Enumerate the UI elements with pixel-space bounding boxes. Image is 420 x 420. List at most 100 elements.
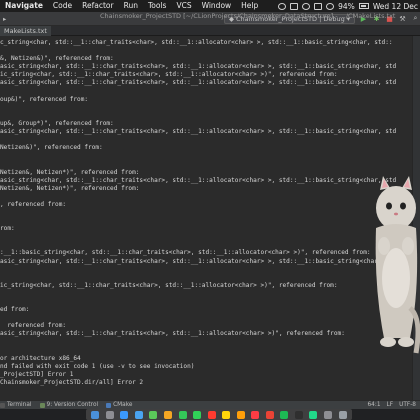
cmake-icon [106, 402, 112, 408]
terminal-icon[interactable] [294, 410, 303, 419]
tool-terminal-label: Terminal [7, 402, 32, 408]
menu-help[interactable]: Help [236, 0, 263, 12]
console-line: ed from: [0, 306, 30, 314]
console-line: asic_string<char, std::__1::char_traits<… [0, 176, 397, 184]
display-icon[interactable] [290, 2, 299, 10]
console-line: asic_string<char, std::__1::char_traits<… [0, 128, 397, 136]
tool-cmake[interactable]: CMake [106, 402, 132, 408]
trash-icon[interactable] [338, 410, 347, 419]
menu-navigate[interactable]: Navigate [0, 0, 48, 12]
safari-icon[interactable] [120, 410, 129, 419]
terminal-icon [0, 402, 5, 408]
search-icon[interactable]: ⌕ [411, 14, 420, 23]
console-line: rom: [0, 225, 15, 233]
cat-body [375, 176, 420, 354]
cat-mascot-illustration [375, 176, 420, 354]
build-console[interactable]: c_string<char, std::__1::char_traits<cha… [0, 36, 420, 400]
breadcrumb: ▸ [0, 15, 8, 23]
console-line: nd failed with exit code 1 (use -v to se… [0, 362, 195, 370]
bluetooth-icon[interactable] [314, 2, 323, 10]
window-title: Chainsmoker_ProjectSTD [~/CLionProjects/… [100, 12, 396, 20]
macos-menu-bar: Navigate Code Refactor Run Tools VCS Win… [0, 0, 420, 12]
reminders-icon[interactable] [236, 410, 245, 419]
chrome-icon[interactable] [265, 410, 274, 419]
tab-cmakelists[interactable]: MakeLists.txt [0, 26, 51, 36]
console-line: &, Netizen&)", referenced from: [0, 55, 114, 63]
console-line: asic_string<char, std::__1::char_traits<… [0, 63, 397, 71]
console-line: Netizen&, Netizen*)", referenced from: [0, 168, 140, 176]
console-line: ic_string<char, std::__1::char_traits<ch… [0, 71, 338, 79]
file-encoding[interactable]: UTF-8 [399, 402, 416, 408]
status-bar: 64:1 LF UTF-8 [367, 402, 420, 408]
calendar-icon[interactable] [207, 410, 216, 419]
wifi-icon[interactable] [302, 2, 311, 10]
menu-run[interactable]: Run [119, 0, 143, 12]
tool-cmake-label: CMake [113, 402, 133, 408]
photos-icon[interactable] [164, 410, 172, 419]
console-line: up&, Group*)", referenced from: [0, 119, 114, 127]
console-line: _ProjectSTD] Error 1 [0, 370, 74, 378]
sync-icon[interactable] [278, 2, 287, 10]
menu-code[interactable]: Code [48, 0, 77, 12]
menubar-clock[interactable]: Wed 12 Dec [373, 2, 418, 11]
menu-refactor[interactable]: Refactor [77, 0, 118, 12]
line-separator[interactable]: LF [387, 402, 394, 408]
console-output: c_string<char, std::__1::char_traits<cha… [0, 36, 420, 387]
console-line: asic_string<char, std::__1::char_traits<… [0, 257, 397, 265]
tool-window-bar: Terminal 9: Version Control CMake 64:1 L… [0, 400, 420, 409]
editor-tab-bar: MakeLists.txt [0, 26, 420, 36]
console-line: c_string<char, std::__1::char_traits<cha… [0, 39, 393, 46]
folder-icon: ▸ [3, 14, 7, 23]
messages-icon[interactable] [178, 410, 187, 419]
launchpad-icon[interactable] [105, 410, 114, 419]
settings-icon[interactable] [324, 410, 333, 419]
console-line: , referenced from: [0, 200, 67, 208]
menu-tools[interactable]: Tools [143, 0, 171, 12]
console-line: :__1::basic_string<char, std::__1::char_… [0, 249, 371, 257]
menu-window[interactable]: Window [197, 0, 237, 12]
volume-icon[interactable] [326, 2, 335, 10]
console-line: Netizen&)", referenced from: [0, 144, 103, 152]
mail-icon[interactable] [134, 410, 143, 419]
notes-icon[interactable] [222, 410, 231, 419]
maps-icon[interactable] [149, 410, 158, 419]
build-button[interactable]: ⚒ [398, 14, 407, 23]
finder-icon[interactable] [91, 410, 100, 419]
menu-vcs[interactable]: VCS [171, 0, 196, 12]
tool-version-control[interactable]: 9: Version Control [39, 402, 98, 408]
console-line: asic_string<char, std::__1::char_traits<… [0, 79, 397, 87]
console-line: Netizen&, Netizen*)", referenced from: [0, 184, 140, 192]
battery-icon[interactable] [358, 3, 369, 9]
console-line: oup&)", referenced from: [0, 95, 89, 103]
vcs-icon [39, 402, 45, 408]
console-line: or architecture x86_64 [0, 354, 81, 362]
console-line: asic_string<char, std::__1::char_traits<… [0, 330, 345, 338]
battery-percent[interactable]: 94% [338, 2, 355, 11]
caret-position[interactable]: 64:1 [367, 402, 380, 408]
clion-icon[interactable] [309, 410, 318, 419]
facetime-icon[interactable] [193, 410, 202, 419]
console-line: Chainsmoker_ProjectSTD.dir/all] Error 2 [0, 378, 144, 386]
console-line: ic_string<char, std::__1::char_traits<ch… [0, 281, 338, 289]
music-icon[interactable] [251, 410, 260, 419]
tool-terminal[interactable]: Terminal [0, 402, 32, 408]
spotify-icon[interactable] [280, 410, 289, 419]
macos-dock [86, 409, 352, 420]
